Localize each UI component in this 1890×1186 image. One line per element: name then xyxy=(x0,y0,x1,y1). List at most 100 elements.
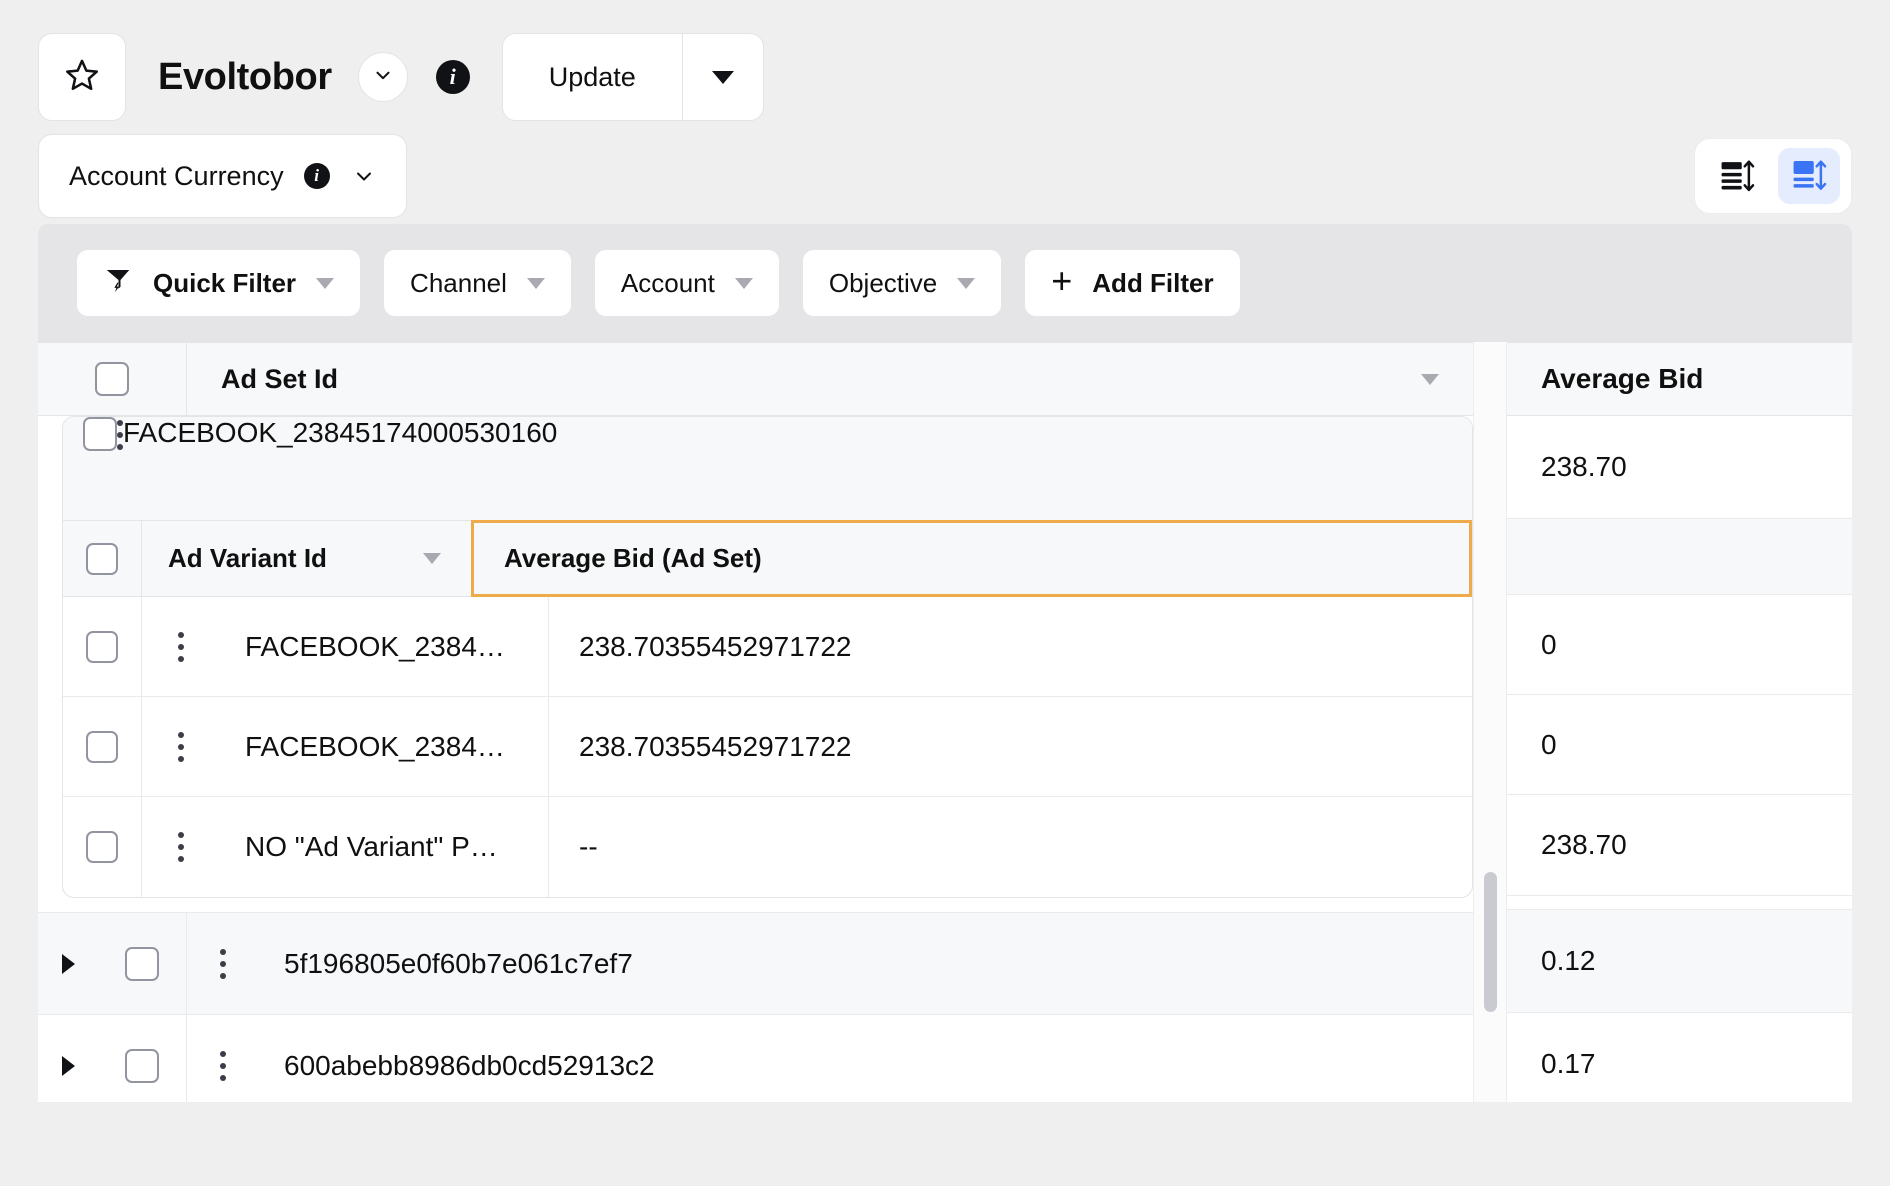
account-currency-dropdown[interactable]: Account Currency i xyxy=(38,134,407,218)
column-header-label: Ad Set Id xyxy=(221,363,339,394)
plus-icon: + xyxy=(1051,260,1073,301)
row-density-toggle-group xyxy=(1694,138,1852,214)
row-expander-toggle[interactable] xyxy=(38,1015,98,1102)
cell-average-bid: 0.17 xyxy=(1507,1013,1852,1102)
currency-row: Account Currency i xyxy=(0,128,1890,224)
row-checkbox[interactable] xyxy=(125,1049,159,1083)
filter-chip-objective[interactable]: Objective xyxy=(801,249,1003,317)
filter-chip-label: Objective xyxy=(828,267,938,298)
compact-rows-icon xyxy=(1718,155,1756,198)
chevron-down-icon xyxy=(352,164,376,188)
table-row[interactable]: 600abebb8986db0cd52913c2 xyxy=(38,1015,1473,1102)
grid-header-row: Ad Set Id xyxy=(38,342,1473,416)
sub-select-all-checkbox[interactable] xyxy=(86,542,118,575)
add-filter-button[interactable]: + Add Filter xyxy=(1024,249,1241,317)
row-actions-button[interactable] xyxy=(186,913,258,1014)
info-icon[interactable]: i xyxy=(435,60,470,94)
star-icon xyxy=(64,57,100,98)
cell-average-bid: 0 xyxy=(1507,695,1852,795)
quick-filter-button[interactable]: Quick Filter xyxy=(76,249,362,317)
expanded-group-card: FACEBOOK_23845174000530160 Ad Variant Id… xyxy=(62,416,1473,898)
row-checkbox-cell xyxy=(98,913,186,1014)
cell-average-bid-ad-set: -- xyxy=(579,831,598,862)
filter-bolt-icon xyxy=(103,265,133,302)
table-row[interactable]: FACEBOOK_23845174000530160 xyxy=(63,417,1472,520)
filter-chip-channel[interactable]: Channel xyxy=(383,249,572,317)
scrollbar-thumb[interactable] xyxy=(1484,872,1497,1012)
column-header-label: Ad Variant Id xyxy=(168,543,327,573)
row-expander-toggle[interactable] xyxy=(63,417,83,520)
grid-body: FACEBOOK_23845174000530160 Ad Variant Id… xyxy=(38,416,1473,1102)
row-checkbox[interactable] xyxy=(83,417,117,451)
caret-down-icon xyxy=(316,277,335,289)
row-actions-button[interactable] xyxy=(186,1015,258,1102)
filter-chip-account[interactable]: Account xyxy=(593,249,780,317)
row-checkbox-cell xyxy=(63,697,141,796)
column-header-ad-set-id[interactable]: Ad Set Id xyxy=(186,343,1473,415)
data-grid: Ad Set Id FACEBOOK_23845174000530160 Ad … xyxy=(38,342,1852,1102)
account-currency-label: Account Currency xyxy=(69,160,284,191)
row-actions-button[interactable] xyxy=(141,797,219,897)
cell-average-bid: 238.70 xyxy=(1507,416,1852,519)
caret-down-icon xyxy=(63,417,83,434)
nested-sub-grid: Ad Variant Id Average Bid (Ad Set) FACEB… xyxy=(63,520,1472,897)
column-header-label: Average Bid (Ad Set) xyxy=(504,543,762,573)
row-actions-button[interactable] xyxy=(141,597,219,696)
cell-ad-variant-id: NO "Ad Variant" P… xyxy=(219,797,549,897)
favorite-button[interactable] xyxy=(38,33,126,121)
row-expander-toggle[interactable] xyxy=(38,913,98,1014)
cell-average-bid: 0 xyxy=(1507,595,1852,695)
more-vertical-icon xyxy=(177,729,184,765)
table-row[interactable]: FACEBOOK_2384… 238.70355452971722 xyxy=(63,697,1472,797)
table-row[interactable]: 5f196805e0f60b7e061c7ef7 xyxy=(38,912,1473,1015)
column-header-ad-variant-id[interactable]: Ad Variant Id xyxy=(141,521,471,596)
title-dropdown-button[interactable] xyxy=(357,52,408,102)
caret-down-icon[interactable] xyxy=(1421,373,1439,385)
row-checkbox-cell xyxy=(63,797,141,897)
vertical-scrollbar[interactable] xyxy=(1473,342,1507,1102)
row-checkbox-cell xyxy=(83,417,117,520)
row-checkbox[interactable] xyxy=(125,946,159,981)
row-checkbox[interactable] xyxy=(86,730,118,763)
select-all-cell xyxy=(38,362,186,396)
more-vertical-icon xyxy=(177,829,184,865)
grid-left-pane: Ad Set Id FACEBOOK_23845174000530160 Ad … xyxy=(38,342,1473,1102)
table-row[interactable]: FACEBOOK_2384… 238.70355452971722 xyxy=(63,597,1472,697)
row-actions-button[interactable] xyxy=(141,697,219,796)
update-button[interactable]: Update xyxy=(502,34,682,120)
caret-right-icon xyxy=(61,1056,75,1076)
cell-average-bid-subheader-spacer xyxy=(1507,519,1852,595)
cell-average-bid: 0.12 xyxy=(1507,910,1852,1013)
filter-chip-label: Channel xyxy=(410,267,507,298)
compact-rows-button[interactable] xyxy=(1706,148,1768,204)
cell-ad-set-id: 600abebb8986db0cd52913c2 xyxy=(284,1050,655,1081)
column-header-average-bid-ad-set[interactable]: Average Bid (Ad Set) xyxy=(471,520,1472,597)
chevron-down-icon xyxy=(372,64,394,91)
add-filter-label: Add Filter xyxy=(1092,267,1214,298)
more-vertical-icon xyxy=(219,946,226,982)
caret-down-icon xyxy=(526,277,545,289)
info-icon[interactable]: i xyxy=(303,163,330,189)
page-title: Evoltobor xyxy=(158,55,332,98)
cell-average-bid-ad-set: 238.70355452971722 xyxy=(579,630,852,662)
row-checkbox[interactable] xyxy=(86,630,118,663)
cell-average-bid-ad-set: 238.70355452971722 xyxy=(579,730,852,762)
cell-ad-variant-id: FACEBOOK_2384… xyxy=(219,697,549,796)
table-row[interactable]: NO "Ad Variant" P… -- xyxy=(63,797,1472,897)
update-split-button: Update xyxy=(501,33,764,121)
grid-right-pane: Average Bid 238.70 0 0 238.70 0.12 0.17 xyxy=(1507,342,1852,1102)
select-all-checkbox[interactable] xyxy=(95,362,129,396)
row-checkbox[interactable] xyxy=(86,831,118,863)
caret-down-icon[interactable] xyxy=(423,553,441,564)
column-header-label: Average Bid xyxy=(1541,363,1704,394)
sub-grid-header-row: Ad Variant Id Average Bid (Ad Set) xyxy=(63,520,1472,597)
filter-bar: Quick Filter Channel Account Objective +… xyxy=(38,224,1852,342)
expanded-rows-button[interactable] xyxy=(1778,148,1840,204)
row-checkbox-cell xyxy=(98,1015,186,1102)
filter-chip-label: Account xyxy=(620,267,715,298)
more-vertical-icon xyxy=(177,629,184,665)
quick-filter-label: Quick Filter xyxy=(153,267,297,298)
group-gap-spacer xyxy=(1507,896,1852,910)
column-header-average-bid[interactable]: Average Bid xyxy=(1507,342,1852,416)
update-dropdown-button[interactable] xyxy=(683,34,763,120)
